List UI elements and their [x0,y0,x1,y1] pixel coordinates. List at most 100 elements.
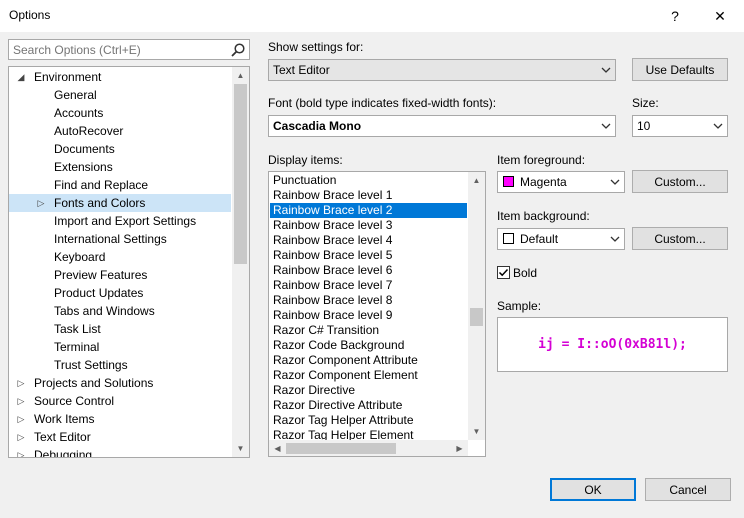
scroll-down-arrow-icon[interactable]: ▼ [468,423,485,440]
tree-item[interactable]: International Settings [9,230,231,248]
size-value: 10 [637,119,651,133]
tree-item-label: Fonts and Colors [54,196,146,210]
display-item[interactable]: Rainbow Brace level 4 [270,233,467,248]
foreground-combo[interactable]: Magenta [497,171,625,193]
settings-for-combo[interactable]: Text Editor [268,59,616,81]
tree-item[interactable]: AutoRecover [9,122,231,140]
display-item[interactable]: Razor Code Background [270,338,467,353]
display-items-list[interactable]: Punctuation Rainbow Brace level 1 Rainbow … [268,171,486,457]
display-item[interactable]: Razor Tag Helper Attribute [270,413,467,428]
ok-button[interactable]: OK [550,478,636,501]
tree-item[interactable]: ◢ Environment [9,68,231,86]
display-item[interactable]: Rainbow Brace level 9 [270,308,467,323]
tree-item[interactable]: Tabs and Windows [9,302,231,320]
display-item[interactable]: Razor Component Attribute [270,353,467,368]
display-item[interactable]: Razor Component Element [270,368,467,383]
font-combo[interactable]: Cascadia Mono [268,115,616,137]
background-custom-button[interactable]: Custom... [632,227,728,250]
tree-item[interactable]: ▷ Projects and Solutions [9,374,231,392]
bold-checkbox[interactable] [497,266,510,279]
tree-item[interactable]: General [9,86,231,104]
scroll-up-arrow-icon[interactable]: ▲ [232,67,249,84]
search-input[interactable] [9,40,223,59]
title-bar [0,0,744,32]
close-button[interactable]: ✕ [698,0,742,32]
tree-item-label: Documents [54,142,115,156]
chevron-down-icon [713,123,723,129]
tree-item-label: Trust Settings [54,358,128,372]
font-label: Font (bold type indicates fixed-width fo… [268,96,497,110]
tree-item[interactable]: ▷ Text Editor [9,428,231,446]
settings-for-value: Text Editor [273,63,330,77]
list-hscroll-thumb[interactable] [286,443,396,454]
tree-item-label: Import and Export Settings [54,214,197,228]
list-horizontal-scrollbar[interactable]: ◀ ▶ [269,440,468,456]
tree-item[interactable]: Documents [9,140,231,158]
scroll-down-arrow-icon[interactable]: ▼ [232,440,249,457]
chevron-down-icon [601,67,611,73]
foreground-custom-button[interactable]: Custom... [632,170,728,193]
use-defaults-button[interactable]: Use Defaults [632,58,728,81]
tree-item[interactable]: Preview Features [9,266,231,284]
tree-collapsed-arrow-icon[interactable]: ▷ [15,392,27,410]
sample-label: Sample: [497,299,542,313]
tree-item[interactable]: ▷ Work Items [9,410,231,428]
tree-scroll-thumb[interactable] [234,84,247,264]
window-title: Options [9,8,51,22]
display-item[interactable]: Rainbow Brace level 2 [270,203,467,218]
display-item[interactable]: Rainbow Brace level 3 [270,218,467,233]
tree-collapsed-arrow-icon[interactable]: ▷ [15,374,27,392]
tree-collapsed-arrow-icon[interactable]: ▷ [15,428,27,446]
display-item[interactable]: Rainbow Brace level 5 [270,248,467,263]
scroll-right-arrow-icon[interactable]: ▶ [451,440,468,456]
tree-item[interactable]: Accounts [9,104,231,122]
tree-item-label: Find and Replace [54,178,149,192]
display-items-label: Display items: [268,153,343,167]
background-combo[interactable]: Default [497,228,625,250]
foreground-color-swatch [503,176,514,187]
tree-item[interactable]: Task List [9,320,231,338]
tree-item[interactable]: Import and Export Settings [9,212,231,230]
list-scroll-thumb[interactable] [470,308,483,326]
bold-label: Bold [513,266,538,280]
list-scrollbar[interactable]: ▲ ▼ [468,172,485,440]
options-tree[interactable]: ◢ Environment General Accounts AutoRecover Do… [8,66,250,458]
chevron-down-icon [610,236,620,242]
scroll-up-arrow-icon[interactable]: ▲ [468,172,485,189]
foreground-value: Magenta [520,175,567,189]
tree-collapsed-arrow-icon[interactable]: ▷ [35,194,47,212]
search-icon[interactable] [230,42,246,58]
cancel-button[interactable]: Cancel [645,478,731,501]
tree-item[interactable]: Product Updates [9,284,231,302]
display-item[interactable]: Rainbow Brace level 1 [270,188,467,203]
scroll-left-arrow-icon[interactable]: ◀ [269,440,286,456]
tree-item[interactable]: ▷ Debugging [9,446,231,457]
display-item[interactable]: Razor Directive [270,383,467,398]
tree-collapsed-arrow-icon[interactable]: ▷ [15,446,27,457]
search-box[interactable] [8,39,250,60]
display-item[interactable]: Rainbow Brace level 7 [270,278,467,293]
tree-expanded-arrow-icon[interactable]: ◢ [15,68,27,86]
tree-item-label: Task List [54,322,101,336]
tree-item[interactable]: Keyboard [9,248,231,266]
display-item[interactable]: Rainbow Brace level 6 [270,263,467,278]
tree-collapsed-arrow-icon[interactable]: ▷ [15,410,27,428]
display-item[interactable]: Rainbow Brace level 8 [270,293,467,308]
tree-item[interactable]: Find and Replace [9,176,231,194]
tree-item-label: Keyboard [54,250,106,264]
display-item[interactable]: Razor Directive Attribute [270,398,467,413]
display-item[interactable]: Razor C# Transition [270,323,467,338]
settings-for-label: Show settings for: [268,40,364,54]
foreground-label: Item foreground: [497,153,586,167]
display-item[interactable]: Punctuation [270,173,467,188]
tree-item[interactable]: Trust Settings [9,356,231,374]
background-color-swatch [503,233,514,244]
tree-scrollbar[interactable]: ▲ ▼ [232,67,249,457]
tree-item[interactable]: ▷ Source Control [9,392,231,410]
tree-item[interactable]: Terminal [9,338,231,356]
tree-item[interactable]: Extensions [9,158,231,176]
sample-text: ij = I::oO(0xB81l); [538,337,687,352]
size-combo[interactable]: 10 [632,115,728,137]
tree-item[interactable]: ▷ Fonts and Colors [9,194,231,212]
help-button[interactable]: ? [653,0,697,32]
